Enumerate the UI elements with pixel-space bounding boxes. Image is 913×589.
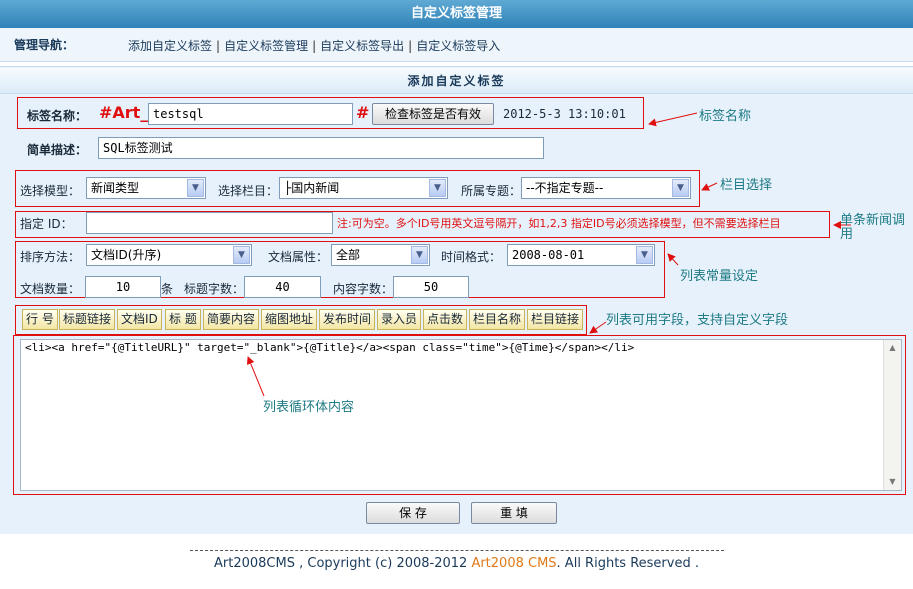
annotation-arrows [246,112,851,397]
footer-brand: Art2008 CMS [471,556,557,571]
annotation-list-fields: 列表可用字段，支持自定义字段 [606,313,789,328]
arrow-list-const [667,253,679,266]
arrow-loop-body [246,356,265,397]
annotation-single-news: 单条新闻调用 [840,213,906,242]
arrow-tag-name [648,112,698,127]
arrow-column-select [701,182,718,191]
annotation-column-select: 栏目选择 [720,178,773,193]
footer: Art2008CMS , Copyright (c) 2008-2012 Art… [0,556,913,571]
footer-divider [190,550,724,551]
footer-copyright: Art2008CMS , Copyright (c) 2008-2012 [214,556,472,571]
annotation-loop-body: 列表循环体内容 [263,400,355,415]
arrow-list-fields [589,321,607,334]
footer-rights: . All Rights Reserved . [556,556,699,571]
annotation-list-const: 列表常量设定 [680,269,759,284]
annotation-tag-name: 标签名称 [699,109,752,124]
